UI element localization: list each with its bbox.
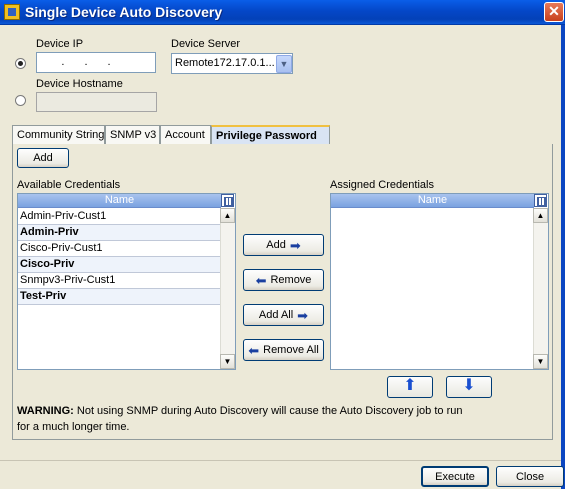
remove-all-label: Remove All bbox=[263, 344, 319, 356]
add-all-button[interactable]: Add All ➡ bbox=[243, 304, 324, 326]
arrow-up-icon: ⬆ bbox=[403, 377, 417, 394]
move-up-button[interactable]: ⬆ bbox=[387, 376, 433, 398]
window-title: Single Device Auto Discovery bbox=[25, 4, 223, 20]
scroll-down-icon[interactable]: ▼ bbox=[533, 354, 548, 369]
execute-label: Execute bbox=[435, 470, 475, 483]
chevron-down-icon[interactable]: ▼ bbox=[276, 55, 292, 73]
tab-privilege-password[interactable]: Privilege Password bbox=[211, 125, 330, 144]
warning-line-2: for a much longer time. bbox=[17, 421, 130, 433]
window-frame-right bbox=[561, 25, 565, 489]
list-item[interactable]: Cisco-Priv-Cust1 bbox=[18, 241, 220, 257]
column-chooser-icon[interactable] bbox=[221, 194, 234, 207]
arrow-right-icon: ➡ bbox=[297, 307, 309, 323]
available-name-header[interactable]: Name bbox=[18, 194, 221, 208]
add-button[interactable]: Add ➡ bbox=[243, 234, 324, 256]
tab-account[interactable]: Account bbox=[160, 125, 211, 144]
available-credentials-list[interactable]: Name Admin-Priv-Cust1 Admin-Priv Cisco-P… bbox=[17, 193, 236, 370]
add-all-label: Add All bbox=[258, 309, 294, 321]
device-ip-radio[interactable] bbox=[15, 58, 26, 69]
column-chooser-icon[interactable] bbox=[534, 194, 547, 207]
device-ip-label: Device IP bbox=[36, 38, 84, 50]
close-button[interactable]: Close bbox=[496, 466, 564, 487]
add-credential-button[interactable]: Add bbox=[17, 148, 69, 168]
assigned-credentials-list[interactable]: Name ▲ ▼ bbox=[330, 193, 549, 370]
arrow-right-icon: ➡ bbox=[289, 237, 301, 253]
warning-message: WARNING: Not using SNMP during Auto Disc… bbox=[17, 403, 547, 435]
warning-prefix: WARNING: bbox=[17, 405, 74, 417]
available-credentials-label: Available Credentials bbox=[17, 179, 121, 191]
list-item[interactable]: Test-Priv bbox=[18, 289, 220, 305]
list-item[interactable]: Admin-Priv bbox=[18, 225, 220, 241]
device-server-value: Remote172.17.0.1... bbox=[175, 57, 275, 69]
remove-all-button[interactable]: ⬅ Remove All bbox=[243, 339, 324, 361]
close-label: Close bbox=[515, 470, 545, 483]
tab-snmp-v3[interactable]: SNMP v3 bbox=[105, 125, 160, 144]
list-item[interactable]: Admin-Priv-Cust1 bbox=[18, 209, 220, 225]
arrow-left-icon: ⬅ bbox=[248, 342, 260, 358]
close-window-button[interactable]: ✕ bbox=[544, 2, 564, 22]
scroll-up-icon[interactable]: ▲ bbox=[220, 208, 235, 223]
tab-community-string[interactable]: Community String bbox=[12, 125, 105, 144]
move-down-button[interactable]: ⬇ bbox=[446, 376, 492, 398]
device-hostname-field[interactable] bbox=[36, 92, 157, 112]
device-hostname-radio[interactable] bbox=[15, 95, 26, 106]
add-credential-label: Add bbox=[33, 152, 53, 164]
assigned-scrollbar[interactable] bbox=[533, 208, 548, 369]
list-item[interactable]: Cisco-Priv bbox=[18, 257, 220, 273]
device-server-label: Device Server bbox=[171, 38, 241, 50]
scroll-up-icon[interactable]: ▲ bbox=[533, 208, 548, 223]
app-icon bbox=[4, 4, 20, 20]
available-scrollbar[interactable] bbox=[220, 208, 235, 369]
device-hostname-label: Device Hostname bbox=[36, 78, 123, 90]
device-ip-field[interactable]: ... bbox=[36, 52, 156, 73]
assigned-credentials-label: Assigned Credentials bbox=[330, 179, 434, 191]
list-item[interactable]: Snmpv3-Priv-Cust1 bbox=[18, 273, 220, 289]
remove-label: Remove bbox=[270, 274, 312, 286]
arrow-left-icon: ⬅ bbox=[255, 272, 267, 288]
footer-divider bbox=[0, 460, 561, 461]
add-label: Add bbox=[266, 239, 286, 251]
device-server-select[interactable]: Remote172.17.0.1... bbox=[171, 53, 293, 74]
arrow-down-icon: ⬇ bbox=[462, 377, 476, 394]
scroll-down-icon[interactable]: ▼ bbox=[220, 354, 235, 369]
execute-button[interactable]: Execute bbox=[421, 466, 489, 487]
assigned-name-header[interactable]: Name bbox=[331, 194, 534, 208]
warning-line-1: Not using SNMP during Auto Discovery wil… bbox=[73, 405, 463, 417]
available-rows: Admin-Priv-Cust1 Admin-Priv Cisco-Priv-C… bbox=[18, 209, 220, 305]
remove-button[interactable]: ⬅ Remove bbox=[243, 269, 324, 291]
